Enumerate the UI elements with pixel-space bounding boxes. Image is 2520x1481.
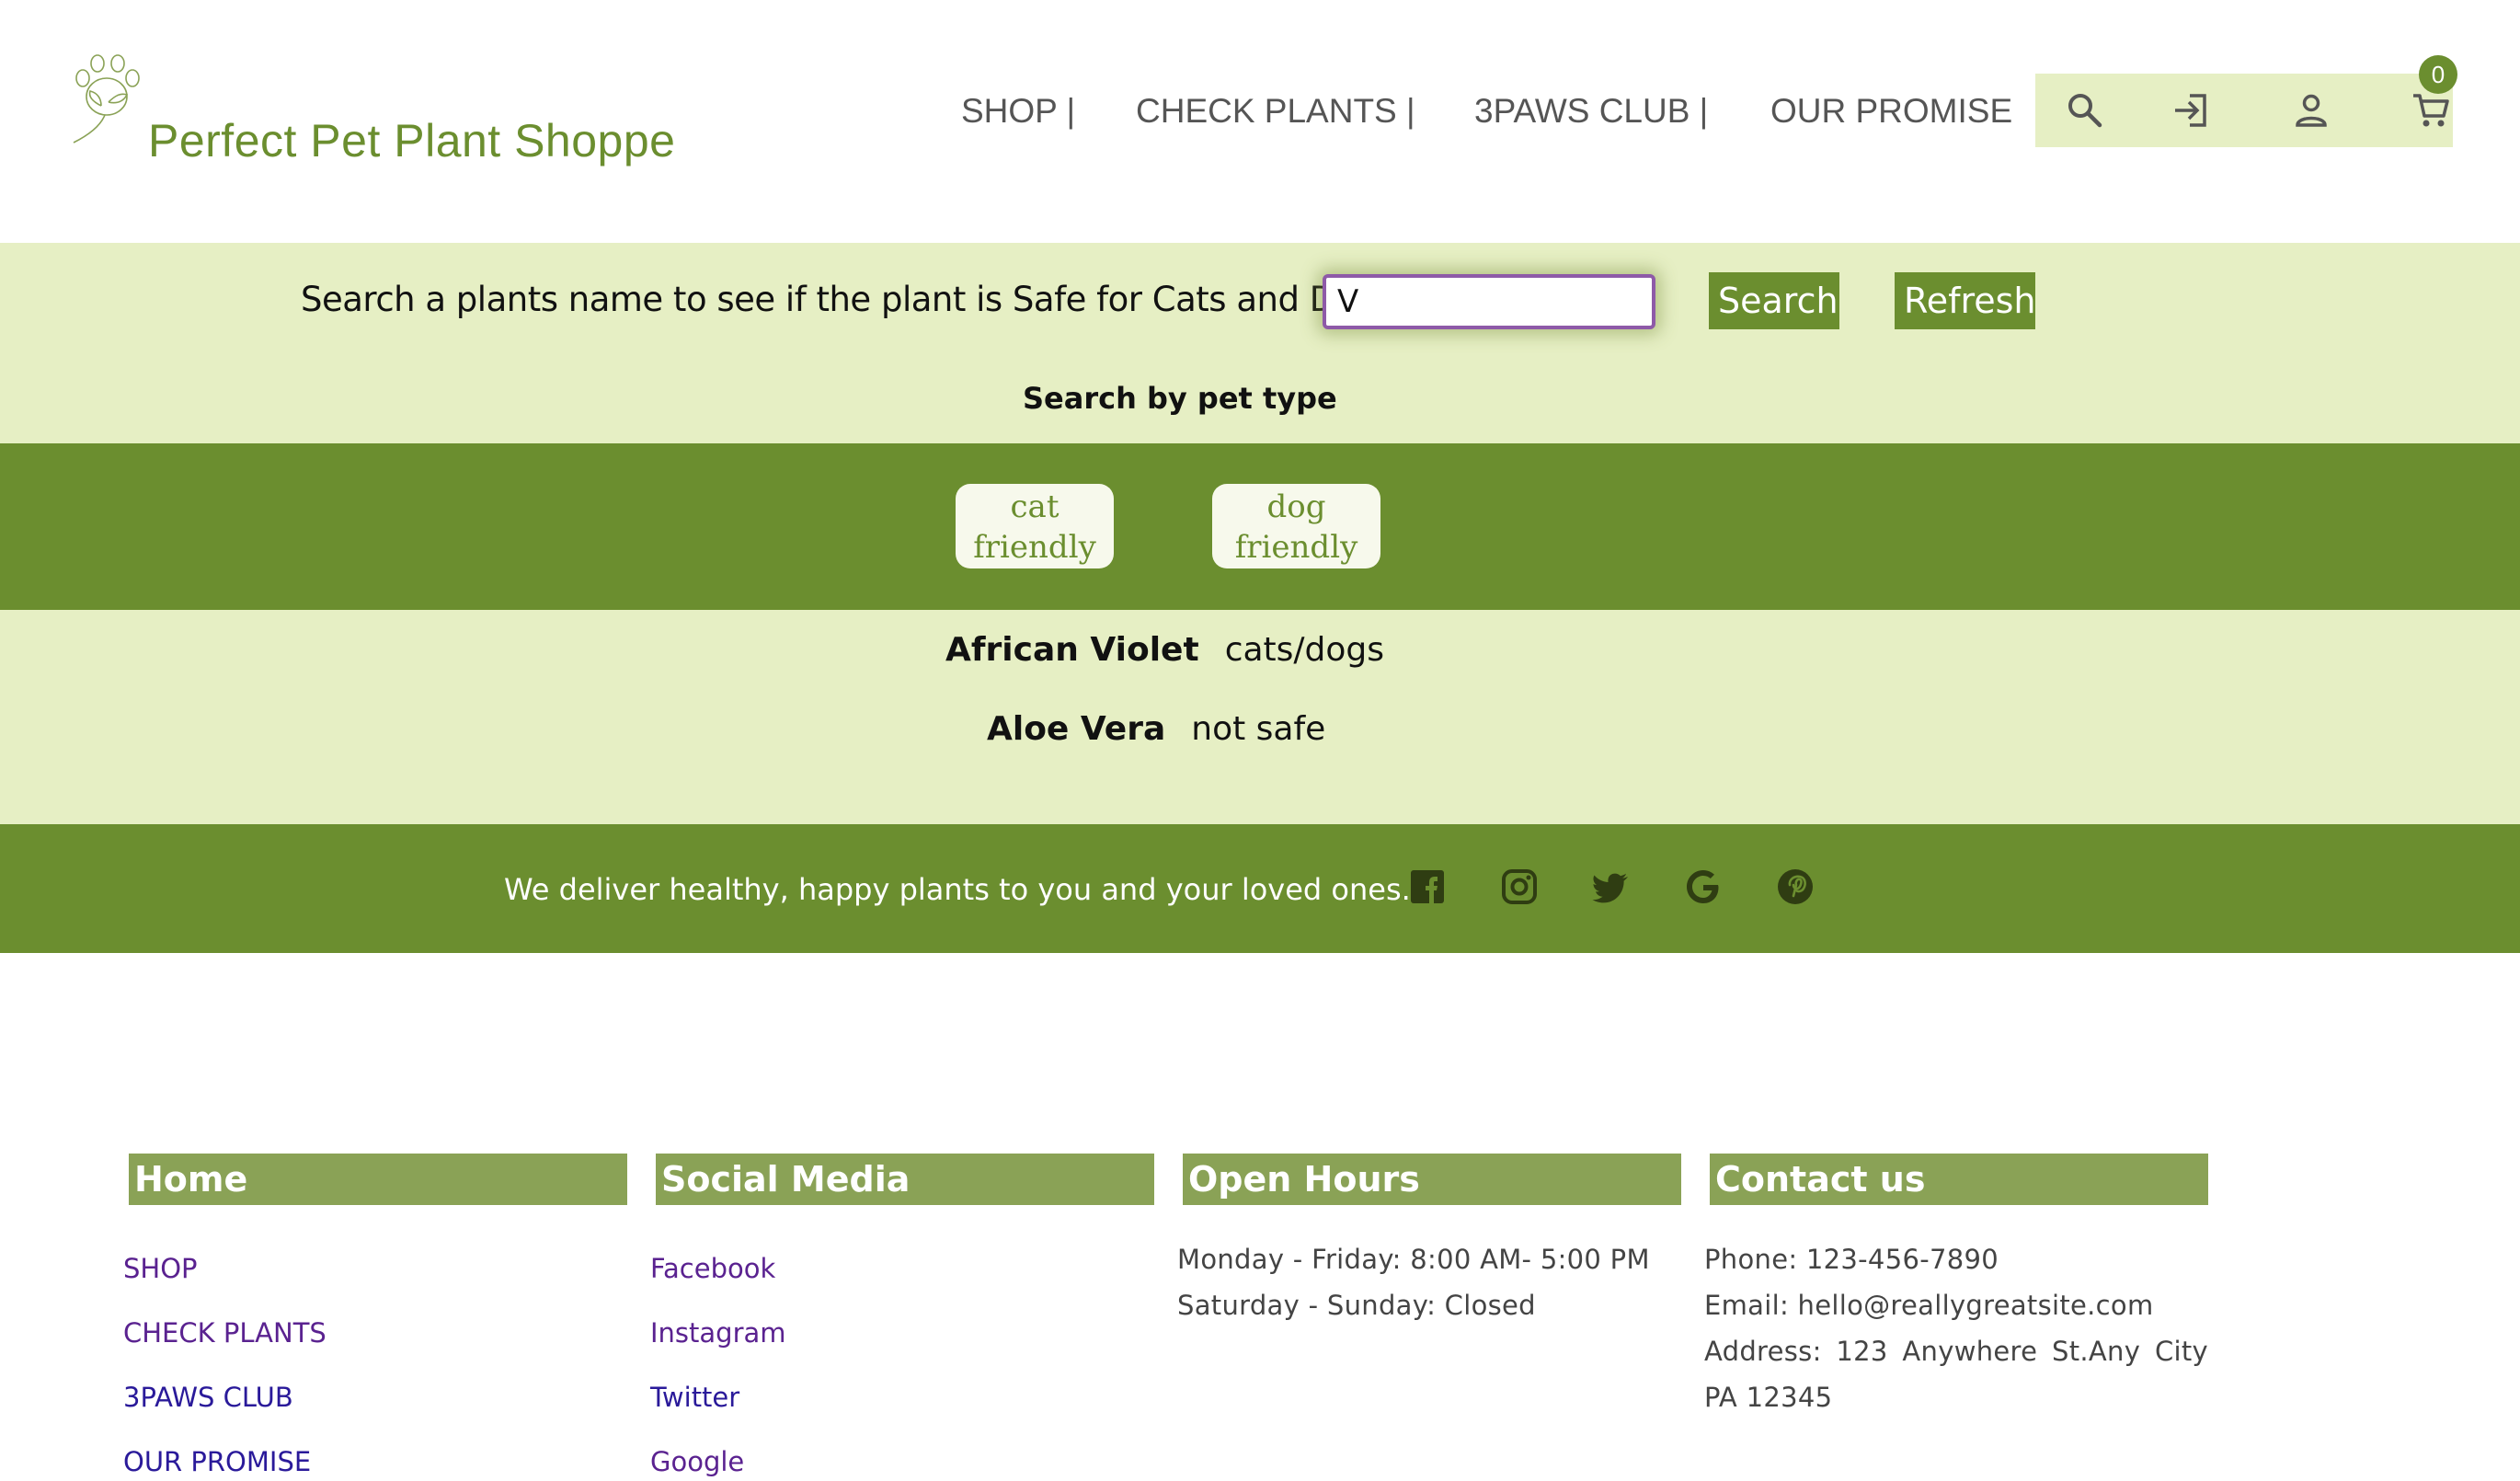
footer-contact-heading: Contact us <box>1710 1154 2208 1205</box>
footer-link-instagram[interactable]: Instagram <box>650 1317 786 1349</box>
cart-icon[interactable] <box>2411 90 2451 131</box>
account-icon[interactable] <box>2291 90 2331 131</box>
tagline-text: We deliver healthy, happy plants to you … <box>504 872 1411 907</box>
result-plant-name: African Violet <box>945 631 1199 669</box>
footer-social-links: Facebook Instagram Twitter Google <box>650 1236 1154 1481</box>
footer-link-google[interactable]: Google <box>650 1446 744 1477</box>
search-prompt: Search a plants name to see if the plant… <box>301 280 1394 319</box>
contact-email: Email: hello@reallygreatsite.com <box>1704 1290 2154 1321</box>
footer-link-check-plants[interactable]: CHECK PLANTS <box>123 1317 326 1349</box>
search-results: African Violet cats/dogs Aloe Vera not saf… <box>0 610 2520 824</box>
plant-search-input[interactable] <box>1323 274 1655 329</box>
footer-hours-heading: Open Hours <box>1183 1154 1681 1205</box>
dog-friendly-line1: dog <box>1266 488 1326 525</box>
footer-home-links: SHOP CHECK PLANTS 3PAWS CLUB OUR PROMISE <box>123 1236 627 1481</box>
result-safety: not safe <box>1191 710 1326 748</box>
nav-shop[interactable]: SHOP | <box>961 92 1075 131</box>
footer-home-heading: Home <box>129 1154 627 1205</box>
footer-link-shop[interactable]: SHOP <box>123 1253 198 1284</box>
cat-friendly-button[interactable]: cat friendly <box>956 484 1114 568</box>
login-icon[interactable] <box>2171 90 2212 131</box>
search-icon[interactable] <box>2065 90 2105 131</box>
footer-contact-column: Contact us Phone: 123-456-7890 Email: he… <box>1704 1154 2208 1420</box>
footer-social-column: Social Media Facebook Instagram Twitter … <box>650 1154 1154 1481</box>
paw-plant-logo-icon[interactable] <box>64 51 153 148</box>
result-plant-name: Aloe Vera <box>987 710 1166 748</box>
footer-hours-text: Monday - Friday: 8:00 AM- 5:00 PM Saturd… <box>1177 1236 1681 1328</box>
result-row: African Violet cats/dogs <box>945 631 1384 669</box>
search-button[interactable]: Search <box>1709 272 1839 329</box>
refresh-button[interactable]: Refresh <box>1895 272 2036 329</box>
footer-social-heading: Social Media <box>656 1154 1154 1205</box>
contact-address: Address: 123 Anywhere St.Any City PA 123… <box>1704 1336 2208 1413</box>
header-icon-bar <box>2035 74 2453 147</box>
footer-hours-column: Open Hours Monday - Friday: 8:00 AM- 5:0… <box>1177 1154 1681 1328</box>
dog-friendly-line2: friendly <box>1234 529 1358 566</box>
footer-link-twitter[interactable]: Twitter <box>650 1382 739 1413</box>
nav-our-promise[interactable]: OUR PROMISE <box>1770 92 2012 131</box>
plant-search-section: Search a plants name to see if the plant… <box>0 243 2520 443</box>
nav-3paws-club[interactable]: 3PAWS CLUB | <box>1474 92 1708 131</box>
contact-phone: Phone: 123-456-7890 <box>1704 1244 1999 1275</box>
hours-weekend: Saturday - Sunday: Closed <box>1177 1290 1536 1321</box>
cat-friendly-line1: cat <box>1010 488 1060 525</box>
footer-link-facebook[interactable]: Facebook <box>650 1253 775 1284</box>
pet-type-heading: Search by pet type <box>1023 381 1337 416</box>
footer-link-our-promise[interactable]: OUR PROMISE <box>123 1446 311 1477</box>
twitter-icon[interactable] <box>1591 867 1632 907</box>
dog-friendly-button[interactable]: dog friendly <box>1212 484 1380 568</box>
brand-name[interactable]: Perfect Pet Plant Shoppe <box>148 114 675 167</box>
footer-link-3paws-club[interactable]: 3PAWS CLUB <box>123 1382 293 1413</box>
cart-count-badge: 0 <box>2419 55 2457 94</box>
footer-contact-text: Phone: 123-456-7890 Email: hello@reallyg… <box>1704 1236 2208 1420</box>
tagline-section: We deliver healthy, happy plants to you … <box>0 824 2520 953</box>
site-header: Perfect Pet Plant Shoppe SHOP | CHECK PL… <box>0 0 2520 243</box>
footer-home-column: Home SHOP CHECK PLANTS 3PAWS CLUB OUR PR… <box>123 1154 627 1481</box>
pinterest-icon[interactable] <box>1775 867 1816 907</box>
facebook-icon[interactable] <box>1407 867 1448 907</box>
pet-filter-section: cat friendly dog friendly <box>0 443 2520 610</box>
hours-weekday: Monday - Friday: 8:00 AM- 5:00 PM <box>1177 1244 1650 1275</box>
instagram-icon[interactable] <box>1499 867 1540 907</box>
google-icon[interactable] <box>1683 867 1724 907</box>
result-row: Aloe Vera not safe <box>987 710 1325 748</box>
nav-check-plants[interactable]: CHECK PLANTS | <box>1136 92 1415 131</box>
cat-friendly-line2: friendly <box>973 529 1096 566</box>
result-safety: cats/dogs <box>1224 631 1385 669</box>
